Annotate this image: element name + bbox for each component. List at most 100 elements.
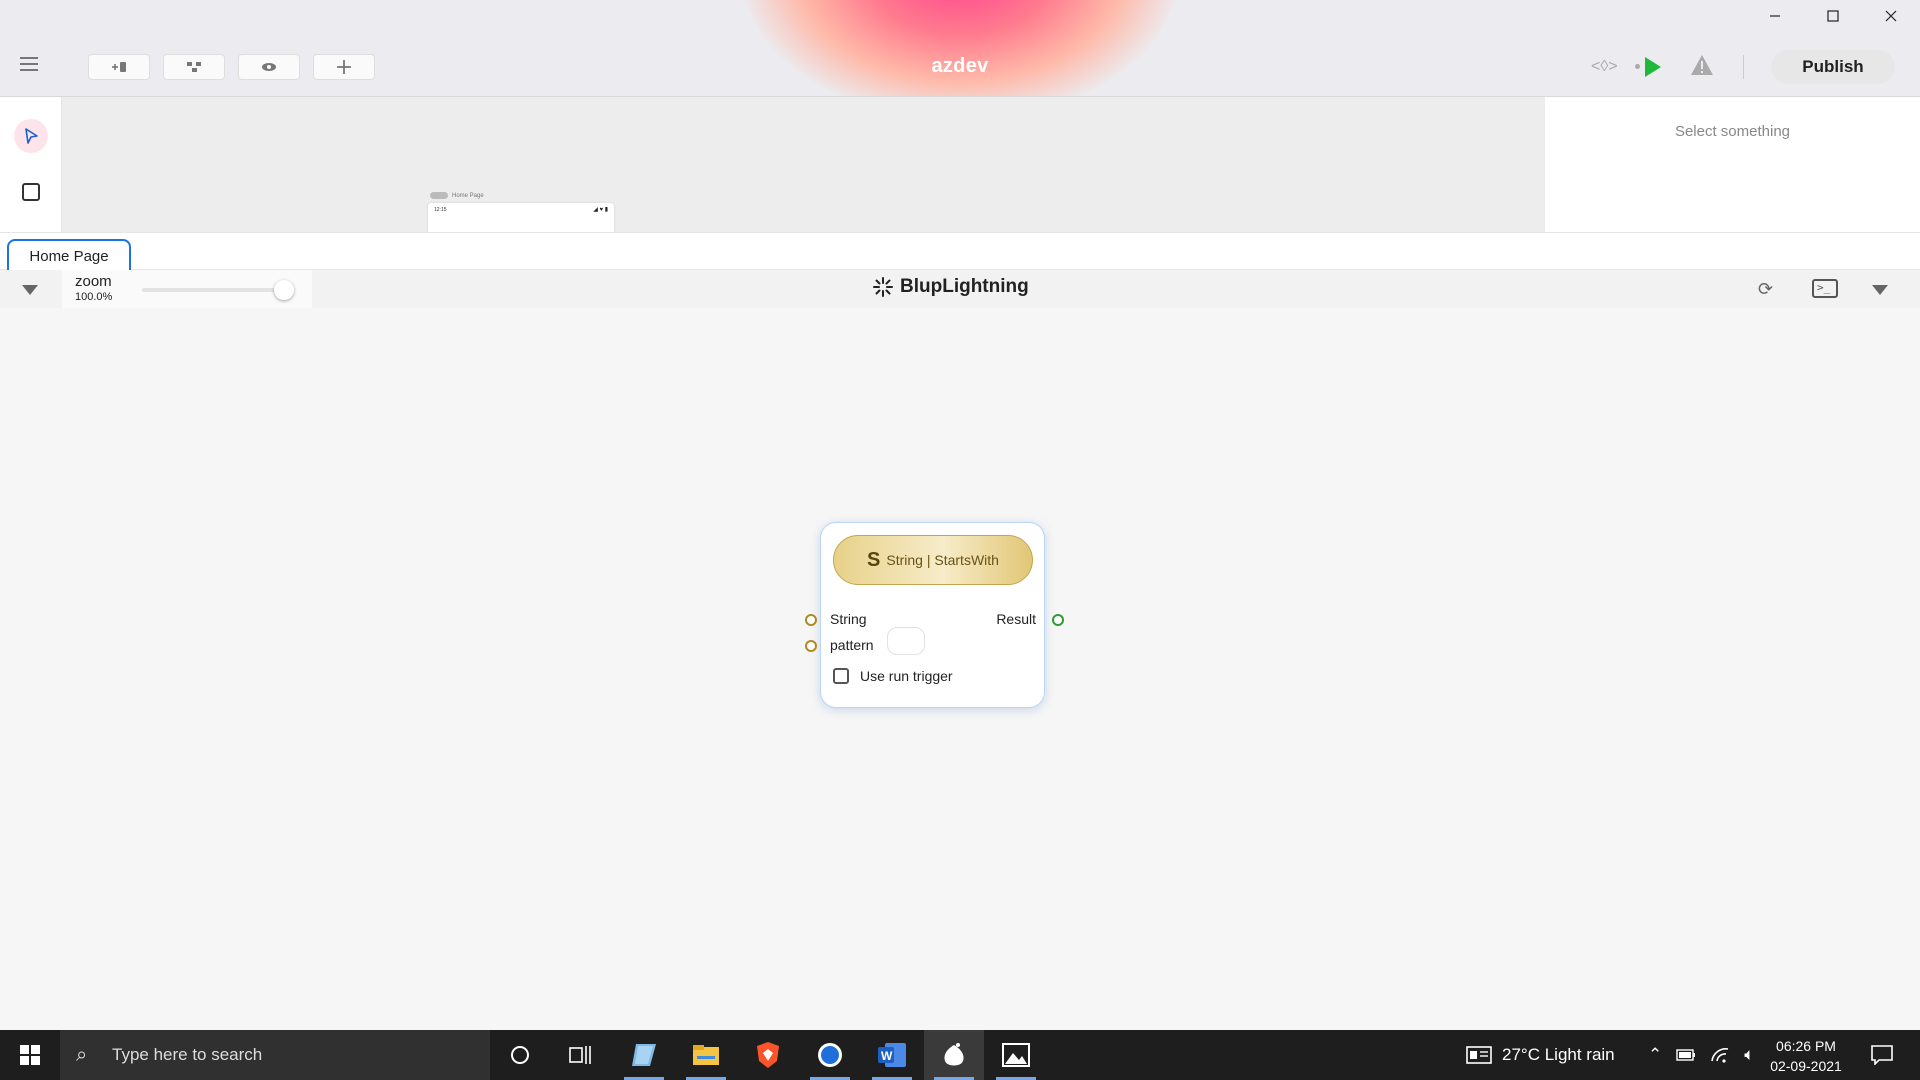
output-port-result[interactable] bbox=[1052, 614, 1064, 626]
minimize-icon bbox=[1770, 15, 1780, 17]
clock-date: 02-09-2021 bbox=[1770, 1058, 1842, 1074]
use-run-trigger-label: Use run trigger bbox=[860, 668, 953, 684]
start-button[interactable] bbox=[0, 1030, 60, 1080]
task-view-icon bbox=[569, 1046, 591, 1064]
cortana-circle-icon bbox=[511, 1046, 529, 1064]
title-glow-decoration bbox=[740, 0, 1180, 96]
zoom-control: zoom 100.0% bbox=[62, 270, 312, 308]
minimize-button[interactable] bbox=[1746, 0, 1804, 32]
close-button[interactable] bbox=[1862, 0, 1920, 32]
notifications-button[interactable] bbox=[1856, 1030, 1908, 1080]
tool-rail bbox=[0, 97, 62, 232]
show-hidden-icons-chevron-icon[interactable]: ⌃ bbox=[1648, 1045, 1662, 1065]
weather-text: 27°C Light rain bbox=[1502, 1045, 1615, 1064]
taskbar-word[interactable]: W bbox=[862, 1030, 922, 1080]
taskbar-app-blue[interactable] bbox=[800, 1030, 860, 1080]
page-pill-icon bbox=[430, 192, 448, 199]
app-title: azdev bbox=[931, 55, 989, 77]
wifi-icon[interactable] bbox=[1710, 1047, 1730, 1063]
taskbar-search[interactable]: ⌕ Type here to search bbox=[60, 1030, 490, 1080]
folder-icon bbox=[693, 1045, 719, 1065]
node-title: String | StartsWith bbox=[886, 552, 999, 568]
weather-widget[interactable]: 27°C Light rain bbox=[1466, 1030, 1615, 1080]
battery-icon[interactable] bbox=[1676, 1049, 1696, 1061]
zoom-value: 100.0% bbox=[75, 291, 113, 303]
input-port-pattern[interactable] bbox=[805, 640, 817, 652]
add-screen-button[interactable] bbox=[88, 54, 150, 80]
refresh-icon[interactable]: ⟳ bbox=[1758, 279, 1773, 300]
output-label-result: Result bbox=[996, 611, 1036, 627]
options-caret-icon[interactable] bbox=[1872, 285, 1888, 295]
search-icon: ⌕ bbox=[76, 1043, 88, 1066]
brand-name: BlupLightning bbox=[900, 276, 1029, 297]
input-label-string: String bbox=[830, 611, 867, 627]
taskbar-app-notes[interactable] bbox=[614, 1030, 674, 1080]
zoom-slider-thumb[interactable] bbox=[274, 280, 294, 300]
window-controls bbox=[1746, 0, 1920, 32]
task-view-button[interactable] bbox=[550, 1030, 610, 1080]
page-tab-bar: Home Page bbox=[0, 232, 1920, 271]
widget-tree-button[interactable] bbox=[163, 54, 225, 80]
zoom-label: zoom bbox=[75, 273, 112, 290]
bluplightning-brand: BlupLightning bbox=[872, 276, 1029, 298]
windows-logo-icon bbox=[20, 1045, 40, 1065]
taskbar-clock[interactable]: 06:26 PM 02-09-2021 bbox=[1760, 1036, 1852, 1076]
run-icon[interactable] bbox=[1645, 57, 1661, 77]
mini-status-icons: ◢ ♥ ▮ bbox=[593, 207, 608, 213]
menu-icon[interactable] bbox=[20, 57, 38, 75]
volume-icon[interactable]: 🔈︎ bbox=[1744, 1045, 1754, 1065]
add-icon bbox=[337, 60, 351, 74]
app-window: azdev <◊> Publish Home Page 12:15 ◢ ♥ ▮ … bbox=[0, 0, 1920, 1030]
mini-page-time: 12:15 bbox=[434, 207, 447, 213]
node-header[interactable]: S String | StartsWith bbox=[833, 535, 1033, 585]
mini-page-preview[interactable]: 12:15 ◢ ♥ ▮ bbox=[428, 203, 614, 232]
logic-toolbar: zoom 100.0% BlupLightning ⟳ >_ bbox=[0, 270, 1920, 308]
blue-app-icon bbox=[818, 1043, 842, 1067]
lightning-spark-icon bbox=[873, 277, 893, 297]
word-icon: W bbox=[878, 1043, 906, 1067]
add-button[interactable] bbox=[313, 54, 375, 80]
properties-hint: Select something bbox=[1674, 123, 1791, 140]
system-tray: ⌃ 🔈︎ bbox=[1648, 1030, 1754, 1080]
design-canvas[interactable]: Home Page 12:15 ◢ ♥ ▮ bbox=[62, 97, 1545, 232]
string-startswith-node[interactable]: S String | StartsWith String pattern Res… bbox=[805, 522, 1064, 708]
taskbar-file-explorer[interactable] bbox=[676, 1030, 736, 1080]
preview-button[interactable] bbox=[238, 54, 300, 80]
status-dot bbox=[1635, 64, 1640, 69]
taskbar-blup[interactable] bbox=[924, 1030, 984, 1080]
cortana-button[interactable] bbox=[490, 1030, 550, 1080]
mini-page-label: Home Page bbox=[430, 192, 484, 199]
svg-text:W: W bbox=[881, 1049, 893, 1063]
select-tool-button[interactable] bbox=[14, 119, 48, 153]
input-port-string[interactable] bbox=[805, 614, 817, 626]
collapse-caret-icon[interactable] bbox=[22, 285, 38, 295]
close-icon bbox=[1885, 10, 1897, 22]
maximize-icon bbox=[1827, 10, 1839, 22]
notes-app-icon bbox=[632, 1044, 656, 1066]
blup-drop-icon bbox=[944, 1043, 964, 1066]
toolbar-divider bbox=[1743, 55, 1744, 79]
mini-page-title: Home Page bbox=[452, 192, 484, 199]
use-run-trigger-checkbox[interactable] bbox=[833, 668, 849, 684]
code-icon[interactable]: <◊> bbox=[1591, 58, 1618, 76]
maximize-button[interactable] bbox=[1804, 0, 1862, 32]
tab-home-page[interactable]: Home Page bbox=[7, 239, 131, 271]
add-screen-icon bbox=[112, 62, 126, 72]
preview-eye-icon bbox=[262, 63, 276, 71]
warning-icon[interactable] bbox=[1690, 54, 1714, 76]
taskbar-photos[interactable] bbox=[986, 1030, 1046, 1080]
rectangle-tool-icon[interactable] bbox=[22, 183, 40, 201]
clock-time: 06:26 PM bbox=[1776, 1038, 1836, 1054]
windows-taskbar: ⌕ Type here to search W 27°C Light rain bbox=[0, 1030, 1920, 1080]
taskbar-brave[interactable] bbox=[738, 1030, 798, 1080]
string-type-icon: S bbox=[867, 548, 881, 571]
search-placeholder: Type here to search bbox=[112, 1045, 263, 1064]
terminal-icon[interactable]: >_ bbox=[1812, 279, 1838, 298]
pattern-input[interactable] bbox=[887, 627, 925, 655]
pointer-icon bbox=[25, 128, 38, 144]
logic-canvas[interactable]: S String | StartsWith String pattern Res… bbox=[0, 308, 1920, 1030]
zoom-slider-track[interactable] bbox=[142, 288, 282, 292]
publish-button[interactable]: Publish bbox=[1771, 50, 1895, 84]
news-weather-icon bbox=[1466, 1046, 1492, 1064]
photos-icon bbox=[1002, 1043, 1030, 1067]
